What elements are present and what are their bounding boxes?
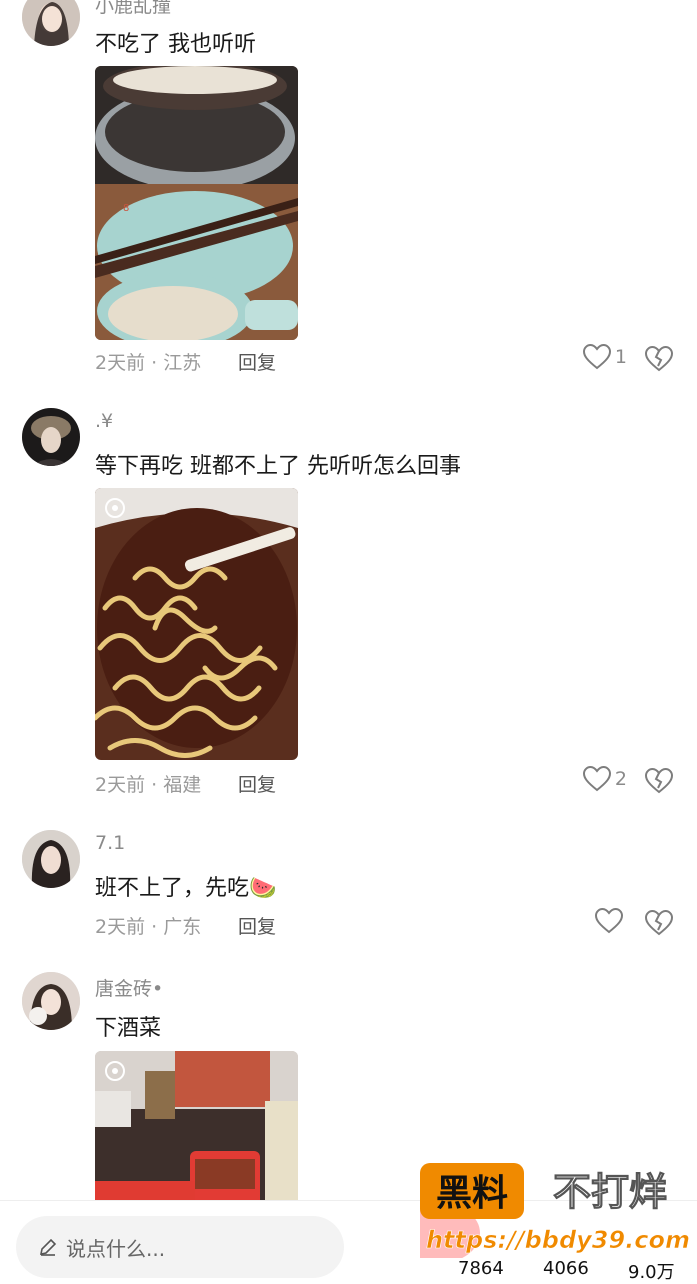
pencil-icon	[39, 1238, 57, 1256]
comment-count[interactable]: 7864	[458, 1258, 504, 1279]
comment-feed: 小鹿乱撞 不吃了 我也听听 8 2天前 · 江苏 回复 1 .¥ 等下再吃 班都…	[0, 0, 697, 1200]
dislike-button[interactable]	[644, 909, 674, 940]
comment-location: 广东	[163, 916, 202, 938]
watermark-line1-a: 黑料	[436, 1173, 508, 1214]
avatar[interactable]	[22, 830, 80, 888]
dislike-button[interactable]	[644, 767, 674, 798]
comment-time: 2天前	[95, 352, 146, 374]
like-button[interactable]: 1	[582, 344, 627, 370]
like-total-count[interactable]: 9.0万	[628, 1258, 675, 1284]
comment-meta: 2天前 · 广东	[95, 912, 201, 939]
comment-meta: 2天前 · 江苏	[95, 348, 201, 375]
broken-heart-icon	[644, 909, 674, 936]
comment-input[interactable]: 说点什么...	[16, 1216, 344, 1278]
like-count: 1	[614, 346, 627, 368]
reply-button[interactable]: 回复	[238, 348, 276, 375]
meta-separator: ·	[145, 352, 164, 374]
comment-image[interactable]	[95, 488, 298, 760]
comment-image[interactable]: 8	[95, 66, 298, 340]
comment-text: 班不上了，先吃🍉	[95, 876, 277, 901]
avatar[interactable]	[22, 408, 80, 466]
reply-button[interactable]: 回复	[238, 770, 276, 797]
reply-button[interactable]: 回复	[238, 912, 276, 939]
comment-input-placeholder: 说点什么...	[66, 1236, 166, 1261]
meta-separator: ·	[145, 916, 164, 938]
favorite-count[interactable]: 4066	[543, 1258, 589, 1279]
like-button[interactable]	[595, 908, 627, 934]
watermark-logo: 黑料 不打烊 https://bbdy39.com	[400, 1163, 697, 1263]
comment-meta: 2天前 · 福建	[95, 770, 201, 797]
comment-username[interactable]: .¥	[95, 410, 113, 432]
broken-heart-icon	[644, 767, 674, 794]
comment-username[interactable]: 小鹿乱撞	[95, 0, 171, 18]
like-button[interactable]: 2	[582, 766, 627, 792]
comment-time: 2天前	[95, 916, 146, 938]
broken-heart-icon	[644, 345, 674, 372]
comment-location: 福建	[163, 774, 202, 796]
watermark-line1-b: 不打烊	[553, 1170, 667, 1214]
comment-text: 等下再吃 班都不上了 先听听怎么回事	[95, 454, 461, 479]
comment-text: 不吃了 我也听听	[95, 32, 256, 57]
comment-username[interactable]: 唐金砖•	[95, 974, 163, 1001]
avatar[interactable]	[22, 0, 80, 46]
avatar[interactable]	[22, 972, 80, 1030]
comment-location: 江苏	[163, 352, 202, 374]
comment-text: 下酒菜	[95, 1016, 162, 1041]
svg-text:8: 8	[123, 203, 129, 214]
watermark-url: https://bbdy39.com	[426, 1226, 690, 1254]
comment-username[interactable]: 7.1	[95, 832, 125, 854]
comment-image[interactable]	[95, 1051, 298, 1200]
comment-time: 2天前	[95, 774, 146, 796]
dislike-button[interactable]	[644, 345, 674, 376]
heart-icon	[582, 766, 611, 792]
like-count: 2	[614, 768, 627, 790]
heart-icon	[582, 344, 611, 370]
heart-icon	[595, 908, 623, 934]
meta-separator: ·	[145, 774, 164, 796]
